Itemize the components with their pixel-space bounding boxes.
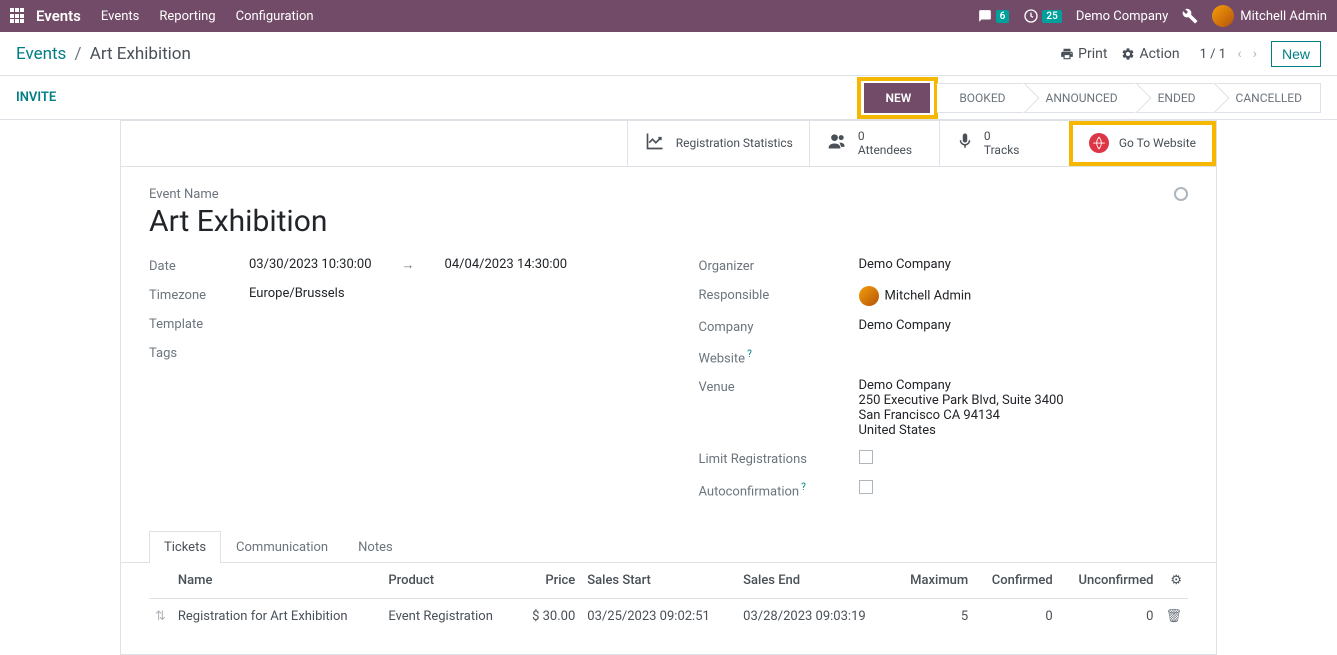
row-confirmed: 0: [974, 599, 1058, 635]
venue-label: Venue: [699, 378, 859, 395]
timezone-label: Timezone: [149, 286, 249, 303]
stage-booked[interactable]: BOOKED: [937, 83, 1024, 113]
pager: 1 / 1 ‹ ›: [1200, 46, 1257, 62]
date-start[interactable]: 03/30/2023 10:30:00: [249, 257, 372, 272]
row-max: 5: [893, 599, 974, 635]
responsible-label: Responsible: [699, 286, 859, 303]
th-product[interactable]: Product: [382, 563, 517, 599]
responsible-value[interactable]: Mitchell Admin: [859, 286, 1189, 306]
highlight-goto-website: Go To Website: [1069, 121, 1216, 166]
status-steps: NEW BOOKED ANNOUNCED ENDED CANCELLED: [857, 77, 1321, 119]
avatar: [1212, 5, 1234, 27]
tab-communication[interactable]: Communication: [221, 531, 343, 563]
company-label: Company: [699, 318, 859, 335]
limit-label: Limit Registrations: [699, 450, 859, 467]
limit-checkbox[interactable]: [859, 450, 873, 464]
messaging-icon[interactable]: 6: [977, 9, 1010, 23]
company-value[interactable]: Demo Company: [859, 318, 1189, 333]
autoconf-label: Autoconfirmation?: [699, 480, 859, 499]
stat-attendees[interactable]: 0Attendees: [809, 121, 939, 166]
row-price: $ 30.00: [517, 599, 581, 635]
pager-next[interactable]: ›: [1253, 46, 1257, 62]
chart-icon: [644, 131, 666, 156]
date-label: Date: [149, 257, 249, 274]
menu-reporting[interactable]: Reporting: [159, 9, 215, 24]
invite-button[interactable]: INVITE: [16, 90, 56, 105]
chat-badge: 6: [996, 10, 1010, 23]
settings-icon[interactable]: ⚙: [1170, 573, 1182, 588]
th-price[interactable]: Price: [517, 563, 581, 599]
menu-configuration[interactable]: Configuration: [236, 9, 314, 24]
tab-notes[interactable]: Notes: [343, 531, 408, 563]
action-button[interactable]: Action: [1121, 46, 1179, 62]
help-icon[interactable]: ?: [747, 349, 752, 360]
tags-label: Tags: [149, 344, 249, 361]
stage-new[interactable]: NEW: [864, 83, 931, 113]
highlight-new-stage: NEW: [857, 77, 939, 119]
th-end[interactable]: Sales End: [737, 563, 893, 599]
row-unconfirmed: 0: [1059, 599, 1160, 635]
breadcrumb-current: Art Exhibition: [90, 44, 191, 64]
organizer-label: Organizer: [699, 257, 859, 274]
globe-icon: [1089, 133, 1109, 153]
th-confirmed[interactable]: Confirmed: [974, 563, 1058, 599]
template-label: Template: [149, 315, 249, 332]
venue-value[interactable]: Demo Company 250 Executive Park Blvd, Su…: [859, 378, 1189, 438]
table-row[interactable]: ⇅ Registration for Art Exhibition Event …: [149, 599, 1188, 635]
users-icon: [826, 131, 848, 156]
stage-announced[interactable]: ANNOUNCED: [1024, 83, 1137, 113]
row-name: Registration for Art Exhibition: [172, 599, 382, 635]
breadcrumb: Events / Art Exhibition: [16, 44, 191, 64]
tab-tickets[interactable]: Tickets: [149, 531, 221, 563]
print-button[interactable]: Print: [1060, 46, 1107, 62]
brand[interactable]: Events: [36, 7, 81, 25]
website-label: Website?: [699, 347, 859, 366]
breadcrumb-root[interactable]: Events: [16, 44, 66, 64]
user-menu[interactable]: Mitchell Admin: [1212, 5, 1327, 27]
row-end: 03/28/2023 09:03:19: [737, 599, 893, 635]
debug-icon[interactable]: [1182, 8, 1198, 24]
event-name-label: Event Name: [149, 187, 1188, 202]
user-name: Mitchell Admin: [1240, 9, 1327, 24]
stat-tracks[interactable]: 0Tracks: [939, 121, 1069, 166]
timezone-value[interactable]: Europe/Brussels: [249, 286, 639, 301]
stat-goto-website[interactable]: Go To Website: [1073, 125, 1212, 161]
row-product: Event Registration: [382, 599, 517, 635]
microphone-icon: [956, 131, 974, 156]
stat-registration[interactable]: Registration Statistics: [627, 121, 809, 166]
th-start[interactable]: Sales Start: [581, 563, 737, 599]
company-name[interactable]: Demo Company: [1076, 9, 1168, 24]
row-start: 03/25/2023 09:02:51: [581, 599, 737, 635]
th-max[interactable]: Maximum: [893, 563, 974, 599]
date-end[interactable]: 04/04/2023 14:30:00: [445, 257, 568, 272]
menu-events[interactable]: Events: [101, 9, 139, 24]
avatar-icon: [859, 286, 879, 306]
th-unconfirmed[interactable]: Unconfirmed: [1059, 563, 1160, 599]
kanban-state[interactable]: [1174, 187, 1188, 201]
arrow-right-icon: →: [402, 257, 415, 273]
trash-icon[interactable]: 🗑: [1165, 609, 1182, 624]
pager-prev[interactable]: ‹: [1237, 46, 1241, 62]
autoconf-checkbox[interactable]: [859, 480, 873, 494]
organizer-value[interactable]: Demo Company: [859, 257, 1189, 272]
apps-icon[interactable]: [10, 8, 26, 24]
new-button[interactable]: New: [1271, 41, 1321, 67]
drag-handle-icon[interactable]: ⇅: [155, 609, 166, 624]
event-name[interactable]: Art Exhibition: [149, 204, 1188, 239]
activities-icon[interactable]: 25: [1023, 8, 1061, 24]
th-name[interactable]: Name: [172, 563, 382, 599]
timer-badge: 25: [1042, 10, 1061, 23]
help-icon[interactable]: ?: [801, 482, 806, 493]
